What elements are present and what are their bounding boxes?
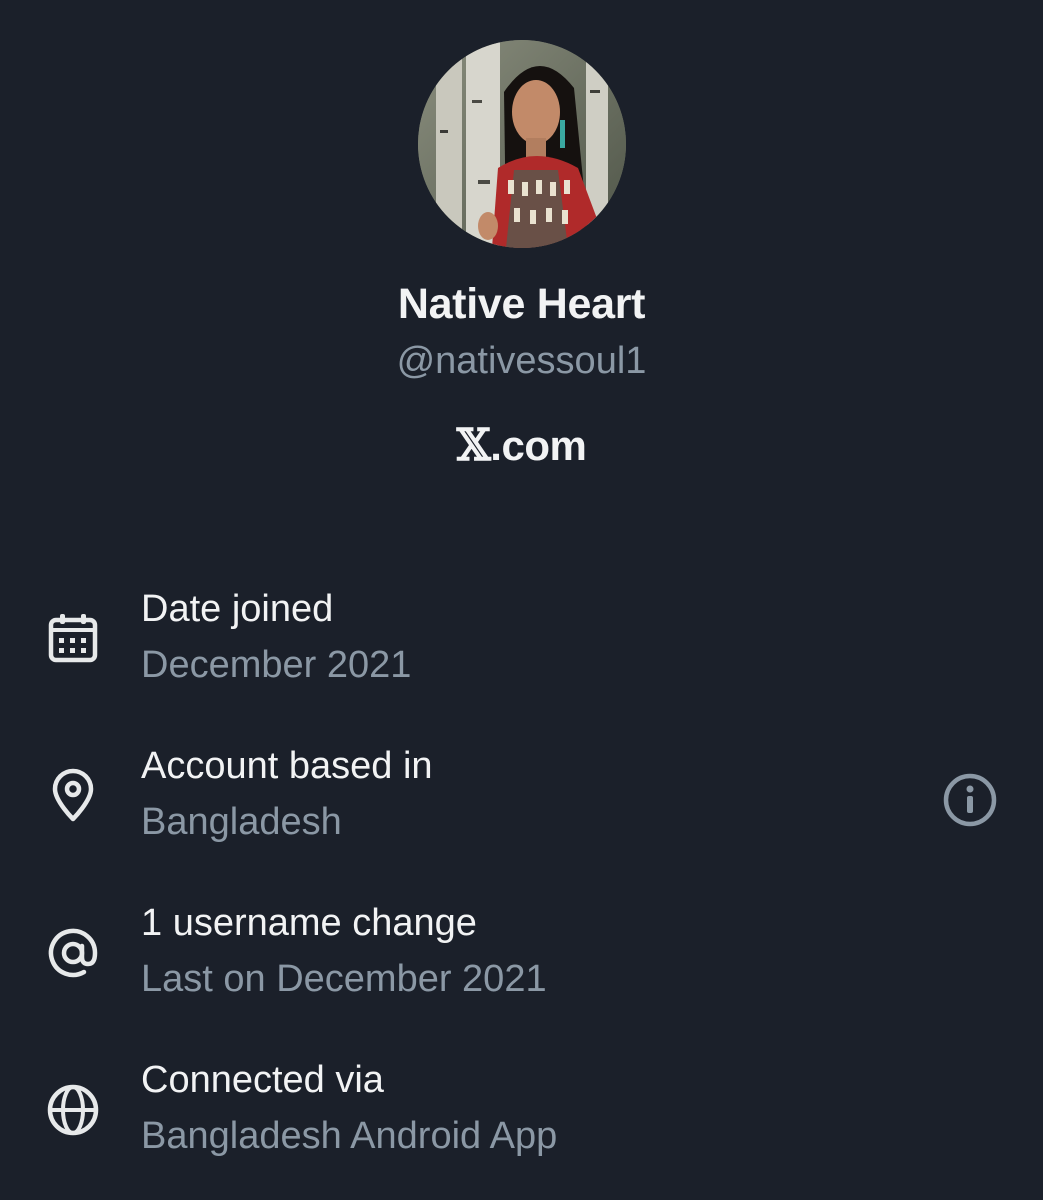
site-suffix: .com [490, 422, 587, 469]
about-row-title: 1 username change [141, 902, 477, 944]
about-row-value: Last on December 2021 [141, 958, 547, 1000]
about-row-value: Bangladesh Android App [141, 1115, 558, 1157]
about-row-value: Bangladesh [141, 801, 342, 843]
about-row-title: Date joined [141, 588, 334, 630]
about-row-title: Connected via [141, 1059, 384, 1101]
profile-avatar[interactable] [418, 40, 626, 248]
display-name: Native Heart [397, 280, 646, 328]
about-row-account-based-in: Account based in Bangladesh [0, 745, 1043, 875]
about-row-value: December 2021 [141, 644, 412, 686]
about-row-connected-via: Connected via Bangladesh Android App [0, 1059, 1043, 1189]
x-logo-glyph: 𝕏 [456, 420, 491, 471]
about-row-date-joined: Date joined December 2021 [0, 588, 1043, 718]
at-sign-icon [48, 928, 98, 978]
site-label: 𝕏.com [0, 420, 1043, 471]
about-row-title: Account based in [141, 745, 433, 787]
calendar-icon [48, 614, 98, 663]
info-circle-icon[interactable] [940, 770, 1000, 830]
location-pin-icon [52, 768, 94, 822]
username-handle: @nativessoul1 [396, 340, 647, 382]
globe-icon [47, 1084, 99, 1136]
about-row-username-change: 1 username change Last on December 2021 [0, 902, 1043, 1032]
